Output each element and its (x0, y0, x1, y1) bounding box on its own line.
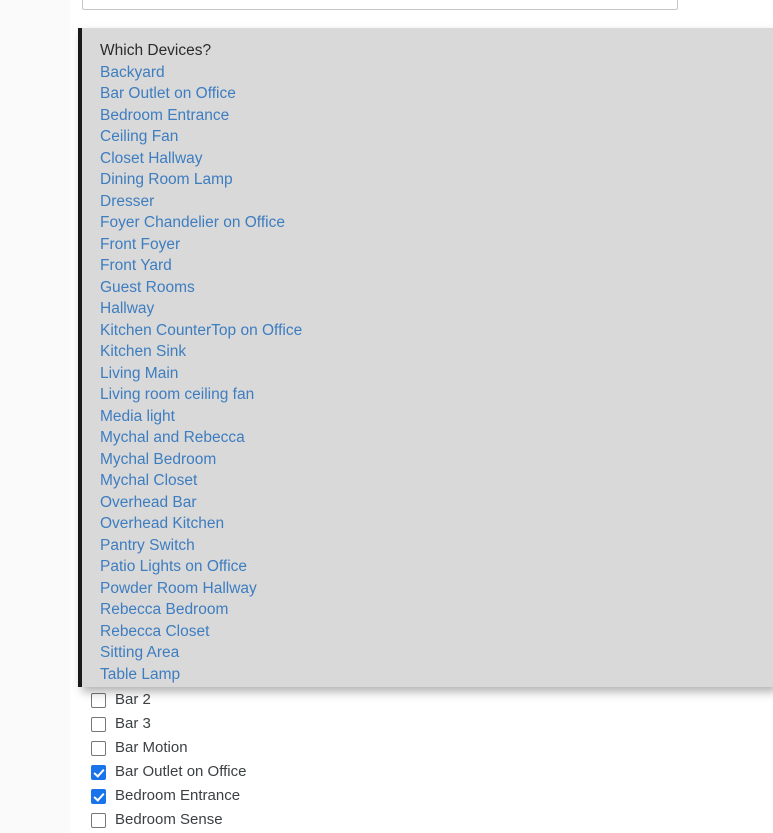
device-link[interactable]: Sitting Area (100, 642, 773, 664)
left-gutter (0, 0, 70, 833)
checkbox-checked-icon[interactable] (91, 764, 106, 780)
which-devices-title: Which Devices? (100, 42, 212, 59)
device-link[interactable]: Front Foyer (100, 234, 773, 256)
device-link[interactable]: Front Yard (100, 255, 773, 277)
checkbox-label: Bar Motion (115, 739, 188, 756)
device-link[interactable]: Bar Outlet on Office (100, 83, 773, 105)
checkbox-unchecked-icon[interactable] (91, 812, 106, 828)
device-link[interactable]: Living Main (100, 363, 773, 385)
device-link[interactable]: Overhead Kitchen (100, 513, 773, 535)
checkbox-label: Bar 2 (115, 691, 151, 708)
checkbox-row[interactable]: Bar 2 (82, 688, 678, 712)
device-link[interactable]: Hallway (100, 298, 773, 320)
checkbox-row[interactable]: Bedroom Sense (82, 808, 678, 832)
device-link[interactable]: Rebecca Bedroom (100, 599, 773, 621)
device-link[interactable]: Ceiling Fan (100, 126, 773, 148)
top-card-text-row (97, 0, 657, 7)
device-link[interactable]: Powder Room Hallway (100, 578, 773, 600)
checkbox-unchecked-icon[interactable] (91, 692, 106, 708)
device-link[interactable]: Mychal Bedroom (100, 449, 773, 471)
device-link[interactable]: Guest Rooms (100, 277, 773, 299)
device-link[interactable]: Overhead Bar (100, 492, 773, 514)
checkbox-unchecked-icon[interactable] (91, 740, 106, 756)
device-link[interactable]: Foyer Chandelier on Office (100, 212, 773, 234)
device-link[interactable]: Dresser (100, 191, 773, 213)
which-devices-panel-content: Which Devices? Backyard Bar Outlet on Off… (82, 28, 773, 685)
checkbox-checked-icon[interactable] (91, 788, 106, 804)
checkbox-label: Bar 3 (115, 715, 151, 732)
device-link[interactable]: Mychal and Rebecca (100, 427, 773, 449)
device-link[interactable]: Bedroom Entrance (100, 105, 773, 127)
device-link[interactable]: Backyard (100, 62, 773, 84)
checkbox-label: Bedroom Entrance (115, 787, 241, 804)
device-link[interactable]: Dining Room Lamp (100, 169, 773, 191)
which-devices-panel: Which Devices? Backyard Bar Outlet on Off… (78, 28, 773, 687)
device-link-list: Backyard Bar Outlet on Office Bedroom Entr… (100, 62, 773, 686)
checkbox-row[interactable]: Bedroom Entrance (82, 784, 678, 808)
device-link[interactable]: Mychal Closet (100, 470, 773, 492)
top-partial-card (82, 0, 678, 10)
checkbox-label: Bedroom Sense (115, 811, 223, 828)
device-link[interactable]: Kitchen CounterTop on Office (100, 320, 773, 342)
device-link[interactable]: Closet Hallway (100, 148, 773, 170)
device-link[interactable]: Kitchen Sink (100, 341, 773, 363)
device-link[interactable]: Living room ceiling fan (100, 384, 773, 406)
device-link[interactable]: Table Lamp (100, 664, 773, 686)
checkbox-row[interactable]: Bar Motion (82, 736, 678, 760)
device-link[interactable]: Patio Lights on Office (100, 556, 773, 578)
checkbox-row[interactable]: Bar Outlet on Office (82, 760, 678, 784)
checkbox-unchecked-icon[interactable] (91, 716, 106, 732)
device-link[interactable]: Rebecca Closet (100, 621, 773, 643)
checkbox-row[interactable]: Bar 3 (82, 712, 678, 736)
checkbox-label: Bar Outlet on Office (115, 763, 247, 780)
device-link[interactable]: Pantry Switch (100, 535, 773, 557)
device-link[interactable]: Media light (100, 406, 773, 428)
